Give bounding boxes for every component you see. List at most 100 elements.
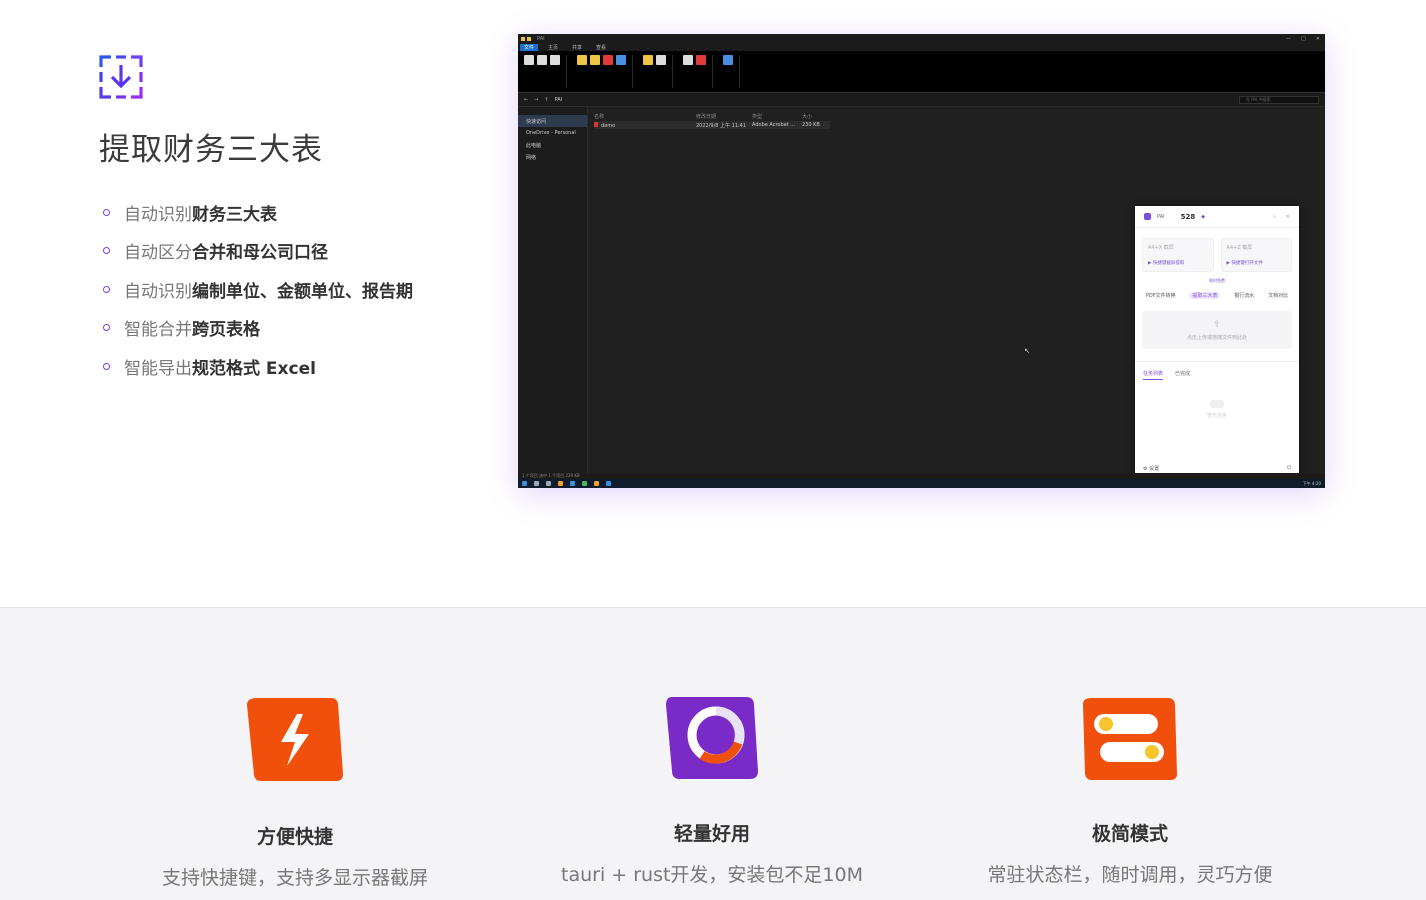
upload-dropzone: ⇧ 点击上传或拖拽文件到此处 bbox=[1142, 311, 1292, 349]
empty-state: 暂无任务 bbox=[1135, 380, 1299, 438]
app-logo-icon bbox=[1144, 213, 1151, 220]
copy-to-icon bbox=[590, 55, 600, 65]
bullet-icon bbox=[103, 285, 110, 293]
nav-item: 网络 bbox=[526, 154, 537, 161]
feature-item: 自动识别 财务三大表 bbox=[100, 193, 413, 232]
vscode-icon bbox=[606, 481, 611, 486]
pin-icon: ⌕ bbox=[1272, 213, 1276, 220]
up-icon: ↑ bbox=[544, 96, 549, 103]
product-screenshot: PAI — □ ✕ 文件 主页 共享 查看 ← → ↑ PAI 在 PAI 中搜索 … bbox=[518, 34, 1325, 488]
bullet-icon bbox=[103, 247, 110, 255]
select-all-icon bbox=[723, 55, 733, 65]
bullet-icon bbox=[103, 208, 110, 216]
tab-share: 共享 bbox=[572, 44, 583, 51]
folder-icon bbox=[527, 36, 531, 41]
bullet-icon bbox=[103, 324, 110, 332]
capture-card-right: A4+Z 截屏 ▶ 快捷键打开文件 bbox=[1220, 238, 1292, 272]
hero-section: 提取财务三大表 自动识别 财务三大表 自动区分 合并和母公司口径 自动识别 编制单位、… bbox=[0, 0, 1426, 607]
card-title: 方便快捷 bbox=[256, 826, 333, 848]
delete-icon bbox=[603, 55, 613, 65]
close-icon: ✕ bbox=[1285, 213, 1290, 220]
card-desc: 支持快捷键，支持多显示器截屏 bbox=[161, 867, 428, 889]
features-section: 方便快捷 支持快捷键，支持多显示器截屏 轻量好用 tauri + rust开发，… bbox=[0, 607, 1426, 900]
explorer-icon bbox=[594, 481, 599, 486]
feature-list: 自动识别 财务三大表 自动区分 合并和母公司口径 自动识别 编制单位、金额单位、报告期… bbox=[100, 193, 413, 386]
explorer-titlebar: PAI — □ ✕ bbox=[518, 34, 1325, 43]
back-icon: ← bbox=[524, 96, 529, 103]
power-icon: ⏻ bbox=[1287, 465, 1291, 471]
ribbon-group-new bbox=[643, 55, 673, 88]
capture-card-left: A4+X 截屏 ▶ 快捷键截屏提取 bbox=[1142, 238, 1214, 272]
tab-view: 查看 bbox=[596, 44, 607, 51]
minimize-icon: — bbox=[1286, 35, 1292, 42]
tab-compare: 文档对比 bbox=[1268, 293, 1289, 299]
rename-icon bbox=[616, 55, 626, 65]
app-tabs: PDF文件转换 提取三大表 银行流水 文档对比 bbox=[1135, 284, 1299, 305]
ribbon-tabs: 文件 主页 共享 查看 bbox=[518, 43, 1325, 51]
capture-cards: A4+X 截屏 ▶ 快捷键截屏提取 A4+Z 截屏 ▶ 快捷键打开文件 bbox=[1135, 228, 1299, 278]
gear-icon: ⚙ bbox=[1143, 466, 1148, 472]
tab-three-tables: 提取三大表 bbox=[1189, 292, 1221, 299]
file-row: demo 2022/9/8 上午 11:41 Adobe Acrobat ...… bbox=[594, 121, 830, 129]
card-title: 极简模式 bbox=[1091, 823, 1168, 845]
ribbon-group-open bbox=[683, 55, 713, 88]
card-title: 轻量好用 bbox=[673, 823, 750, 845]
open-icon bbox=[696, 55, 706, 65]
empty-tray-icon bbox=[1210, 399, 1224, 408]
task-view-icon bbox=[546, 481, 551, 486]
pdf-icon bbox=[594, 121, 598, 127]
feature-item: 自动识别 编制单位、金额单位、报告期 bbox=[100, 270, 413, 309]
tab-home: 主页 bbox=[548, 44, 559, 51]
card-desc: 常驻状态栏，随时调用，灵巧方便 bbox=[987, 864, 1273, 886]
maximize-icon: □ bbox=[1301, 35, 1306, 42]
ribbon-group-organize bbox=[577, 55, 633, 88]
nav-pane: 快速访问 OneDrive - Personal 此电脑 网络 bbox=[518, 107, 588, 473]
explorer-search: 在 PAI 中搜索 bbox=[1239, 95, 1319, 104]
folder-icon bbox=[521, 36, 525, 41]
page-title: 提取财务三大表 bbox=[99, 132, 323, 168]
app-footer: ⚙ 设置 ⏻ bbox=[1143, 465, 1291, 472]
taskbar: 下午 4:20 bbox=[518, 479, 1325, 488]
ribbon bbox=[518, 51, 1325, 93]
window-controls: — □ ✕ bbox=[1286, 36, 1325, 42]
feature-item: 智能导出 规范格式 Excel bbox=[100, 347, 413, 386]
new-folder-icon bbox=[643, 55, 653, 65]
paste-icon bbox=[550, 55, 560, 65]
feature-item: 智能合并 跨页表格 bbox=[100, 309, 413, 348]
ring-icon bbox=[666, 697, 758, 779]
file-header: 名称 修改日期 类型 大小 bbox=[594, 113, 813, 120]
chrome-icon bbox=[558, 481, 563, 486]
forward-icon: → bbox=[534, 96, 539, 103]
upload-icon: ⇧ bbox=[1213, 319, 1221, 330]
feature-item: 自动区分 合并和母公司口径 bbox=[100, 232, 413, 271]
feature-card-light: 轻量好用 tauri + rust开发，安装包不足10M bbox=[502, 608, 922, 887]
toggle-icon bbox=[1083, 698, 1177, 780]
search-icon bbox=[534, 481, 539, 486]
address-bar: ← → ↑ PAI 在 PAI 中搜索 bbox=[518, 93, 1325, 107]
mouse-cursor-icon: ↖ bbox=[1024, 347, 1030, 355]
ribbon-group-select bbox=[723, 55, 740, 88]
feature-card-fast: 方便快捷 支持快捷键，支持多显示器截屏 bbox=[85, 608, 505, 890]
new-item-icon bbox=[656, 55, 666, 65]
feature-card-minimal: 极简模式 常驻状态栏，随时调用，灵巧方便 bbox=[920, 608, 1340, 887]
properties-icon bbox=[683, 55, 693, 65]
nav-item: 此电脑 bbox=[526, 142, 542, 149]
gem-icon: ◆ bbox=[1201, 213, 1206, 220]
tab-bank: 银行流水 bbox=[1234, 293, 1255, 299]
task-tabs: 任务列表 已完成 bbox=[1135, 361, 1299, 380]
app-icon bbox=[582, 481, 587, 486]
close-icon: ✕ bbox=[1315, 35, 1320, 42]
download-frame-icon bbox=[99, 55, 143, 99]
nav-item: 快速访问 bbox=[518, 115, 587, 127]
tab-pdf: PDF文件转换 bbox=[1145, 293, 1176, 299]
tab-file: 文件 bbox=[520, 43, 539, 51]
copy-icon bbox=[537, 55, 547, 65]
windows-start-icon bbox=[522, 481, 527, 486]
card-desc: tauri + rust开发，安装包不足10M bbox=[561, 864, 863, 886]
nav-item: OneDrive - Personal bbox=[526, 130, 576, 136]
edge-icon bbox=[570, 481, 575, 486]
pai-app-window: PAI 528 ◆ ⌕ ✕ A4+X 截屏 ▶ 快捷键截屏提取 A4+Z 截屏 ▶… bbox=[1135, 206, 1299, 476]
lightning-icon bbox=[247, 698, 343, 781]
ribbon-group-clipboard bbox=[524, 55, 567, 88]
move-icon bbox=[577, 55, 587, 65]
